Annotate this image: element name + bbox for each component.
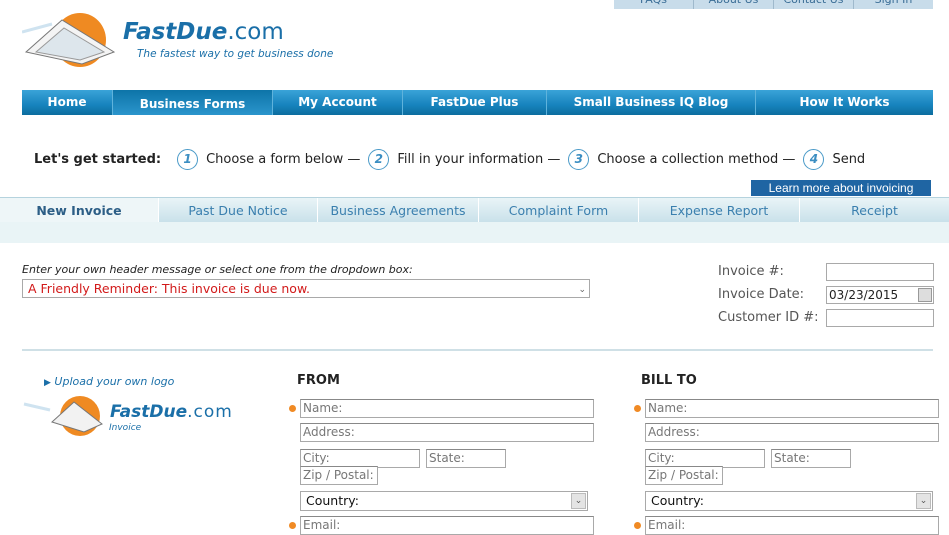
customer-id-input[interactable]: [826, 309, 934, 327]
brand-tagline: The fastest way to get business done: [137, 48, 334, 60]
divider: [22, 349, 933, 351]
from-country-value: Country:: [306, 493, 359, 508]
bill-to-country-value: Country:: [651, 493, 704, 508]
bill-to-address-input[interactable]: Address:: [645, 423, 939, 442]
nav-fastdue-plus[interactable]: FastDue Plus: [403, 90, 547, 115]
bill-to-email-input[interactable]: Email:: [645, 516, 939, 535]
step-3-icon: 3: [568, 149, 590, 170]
required-dot-icon: [634, 405, 641, 412]
invoice-date-label: Invoice Date:: [718, 287, 805, 302]
step-4-text: Send: [832, 152, 866, 167]
chevron-down-icon: ⌄: [578, 285, 586, 295]
required-dot-icon: [289, 522, 296, 529]
step-1-icon: 1: [177, 149, 199, 170]
invoice-logo-sub: Invoice: [109, 423, 142, 433]
required-dot-icon: [634, 522, 641, 529]
bill-to-country-select[interactable]: Country: ⌄: [645, 491, 933, 511]
about-us-link[interactable]: About Us: [694, 0, 774, 9]
tab-business-agreements[interactable]: Business Agreements: [318, 198, 479, 222]
header-message-value: A Friendly Reminder: This invoice is due…: [28, 281, 310, 296]
learn-more-button[interactable]: Learn more about invoicing: [751, 180, 931, 196]
bill-to-name-input[interactable]: Name:: [645, 399, 939, 418]
tab-complaint-form[interactable]: Complaint Form: [479, 198, 639, 222]
faqs-link[interactable]: FAQs: [614, 0, 694, 9]
tab-past-due-notice[interactable]: Past Due Notice: [159, 198, 318, 222]
step-2-text: Fill in your information —: [397, 152, 561, 167]
from-zip-input[interactable]: Zip / Postal:: [300, 466, 378, 485]
tab-receipt[interactable]: Receipt: [800, 198, 949, 222]
form-tabs: New Invoice Past Due Notice Business Agr…: [0, 197, 949, 222]
chevron-down-icon: ⌄: [916, 493, 931, 509]
invoice-number-input[interactable]: [826, 263, 934, 281]
steps-intro: Let's get started:: [34, 152, 162, 167]
step-4-icon: 4: [803, 149, 825, 170]
tab-strip: [0, 222, 949, 243]
fastdue-logo-icon[interactable]: [22, 12, 132, 72]
from-name-input[interactable]: Name:: [300, 399, 594, 418]
upload-logo-link[interactable]: ▶ Upload your own logo: [44, 375, 174, 388]
sign-in-link[interactable]: Sign In: [854, 0, 933, 9]
brand-name: FastDue.com: [123, 19, 284, 45]
tab-expense-report[interactable]: Expense Report: [639, 198, 800, 222]
nav-home[interactable]: Home: [22, 90, 113, 115]
from-title: FROM: [297, 373, 340, 388]
bill-to-zip-input[interactable]: Zip / Postal:: [645, 466, 723, 485]
tab-new-invoice[interactable]: New Invoice: [0, 198, 159, 222]
invoice-number-label: Invoice #:: [718, 264, 784, 279]
required-dot-icon: [289, 405, 296, 412]
bill-to-state-input[interactable]: State:: [771, 449, 851, 468]
main-nav: Home Business Forms My Account FastDue P…: [22, 90, 933, 115]
nav-how-it-works[interactable]: How It Works: [756, 90, 933, 115]
calendar-icon[interactable]: [918, 288, 932, 302]
header-message-select[interactable]: A Friendly Reminder: This invoice is due…: [22, 279, 590, 298]
upload-logo-text: Upload your own logo: [54, 375, 175, 388]
from-email-input[interactable]: Email:: [300, 516, 594, 535]
invoice-logo-icon: [23, 396, 103, 436]
step-2-icon: 2: [368, 149, 390, 170]
top-links: FAQs About Us Contact Us Sign In: [614, 0, 933, 9]
from-country-select[interactable]: Country: ⌄: [300, 491, 588, 511]
invoice-date-value: 03/23/2015: [829, 288, 899, 302]
nav-small-business-iq-blog[interactable]: Small Business IQ Blog: [547, 90, 756, 115]
steps-guide: Let's get started: 1 Choose a form below …: [34, 149, 873, 170]
play-arrow-icon: ▶: [44, 378, 51, 388]
contact-us-link[interactable]: Contact Us: [774, 0, 854, 9]
nav-my-account[interactable]: My Account: [273, 90, 403, 115]
header-message-label: Enter your own header message or select …: [22, 263, 413, 276]
customer-id-label: Customer ID #:: [718, 310, 819, 325]
step-1-text: Choose a form below —: [206, 152, 361, 167]
from-state-input[interactable]: State:: [426, 449, 506, 468]
bill-to-title: BILL TO: [641, 373, 697, 388]
invoice-logo-name: FastDue.com: [110, 402, 233, 422]
invoice-date-input[interactable]: 03/23/2015: [826, 286, 934, 304]
from-address-input[interactable]: Address:: [300, 423, 594, 442]
step-3-text: Choose a collection method —: [597, 152, 796, 167]
nav-business-forms[interactable]: Business Forms: [113, 90, 273, 115]
chevron-down-icon: ⌄: [571, 493, 586, 509]
